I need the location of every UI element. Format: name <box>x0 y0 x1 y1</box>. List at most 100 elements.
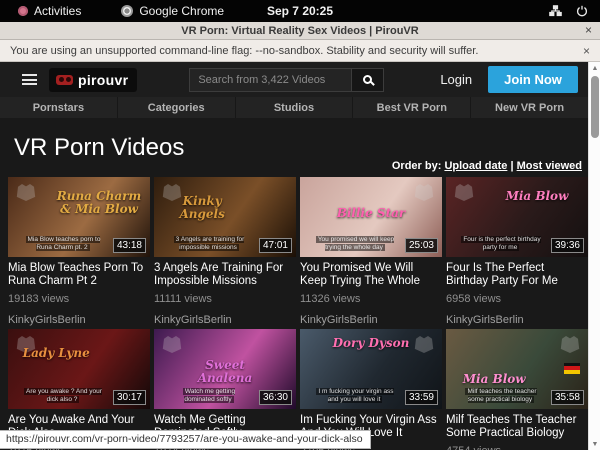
search-input[interactable] <box>189 68 352 92</box>
power-icon[interactable] <box>576 5 588 17</box>
menu-item-new-vr-porn[interactable]: New VR Porn <box>470 97 588 118</box>
thumbnail-overlay-name: Dory Dyson <box>328 337 413 350</box>
chrome-infobar: You are using an unsupported command-lin… <box>0 40 600 62</box>
video-title-link[interactable]: 3 Angels Are Training For Impossible Mis… <box>154 262 296 288</box>
window-title: VR Porn: Virtual Reality Sex Videos | Pi… <box>181 25 418 37</box>
activities-label: Activities <box>34 4 81 18</box>
video-thumbnail[interactable]: Billie Star You promised we will keep tr… <box>300 177 442 257</box>
join-now-button[interactable]: Join Now <box>488 66 578 93</box>
thumbnail-caption: Mia Blow teaches porn to Runa Charm pt. … <box>22 236 104 252</box>
thumbnail-overlay-name: Kinky Angels <box>161 195 243 221</box>
duration-badge: 30:17 <box>113 390 146 405</box>
thumbnail-overlay-name: Mia Blow <box>493 190 581 203</box>
scroll-up-icon[interactable]: ▲ <box>589 62 600 74</box>
infobar-message: You are using an unsupported command-lin… <box>10 45 478 57</box>
login-link[interactable]: Login <box>440 72 472 87</box>
main-menu: Pornstars Categories Studios Best VR Por… <box>0 97 588 118</box>
menu-item-studios[interactable]: Studios <box>235 97 353 118</box>
thumbnail-overlay-name: Billie Star <box>328 207 413 220</box>
window-close-icon[interactable]: × <box>585 23 592 37</box>
thumbnail-caption: Are you awake ? And your dick also ? <box>22 388 104 404</box>
studio-watermark-icon <box>414 184 434 201</box>
search-icon <box>363 75 372 84</box>
video-card: Kinky Angels 3 Angels are training for i… <box>154 177 296 326</box>
duration-badge: 25:03 <box>405 238 438 253</box>
duration-badge: 39:36 <box>551 238 584 253</box>
thumbnail-caption: Watch me getting dominated softly <box>168 388 250 404</box>
video-title-link[interactable]: You Promised We Will Keep Trying The Who… <box>300 262 442 288</box>
video-thumbnail[interactable]: Sweet Analena Watch me getting dominated… <box>154 329 296 409</box>
duration-badge: 47:01 <box>259 238 292 253</box>
video-views: 6958 views <box>446 293 588 305</box>
activities-button[interactable]: Activities <box>10 0 89 22</box>
focused-app-menu[interactable]: Google Chrome <box>113 0 232 22</box>
studio-watermark-icon <box>414 336 434 353</box>
studio-link[interactable]: KinkyGirlsBerlin <box>8 314 150 326</box>
duration-badge: 43:18 <box>113 238 146 253</box>
window-title-bar: VR Porn: Virtual Reality Sex Videos | Pi… <box>0 22 600 40</box>
link-status-tooltip: https://pirouvr.com/vr-porn-video/779325… <box>0 430 371 449</box>
order-separator: | <box>510 160 513 172</box>
page-viewport: pirouvr Login Join Now Pornstars Categor… <box>0 62 600 450</box>
page-heading: VR Porn Videos Order by: Upload date | M… <box>0 118 588 180</box>
infobar-close-icon[interactable]: × <box>583 44 590 58</box>
video-thumbnail[interactable]: Lady Lyne Are you awake ? And your dick … <box>8 329 150 409</box>
site-navbar: pirouvr Login Join Now <box>0 62 588 97</box>
video-views: 11111 views <box>154 293 296 305</box>
search-bar <box>189 68 384 92</box>
studio-watermark-icon <box>162 336 182 353</box>
system-top-bar: Activities Google Chrome Sep 7 20:25 <box>0 0 600 22</box>
logo-text: pirouvr <box>78 72 128 88</box>
video-thumbnail[interactable]: Kinky Angels 3 Angels are training for i… <box>154 177 296 257</box>
duration-badge: 33:59 <box>405 390 438 405</box>
thumbnail-caption: Four is the perfect birthday party for m… <box>460 236 542 252</box>
search-button[interactable] <box>352 68 384 92</box>
studio-link[interactable]: KinkyGirlsBerlin <box>446 314 588 326</box>
thumbnail-overlay-name: Sweet Analena <box>182 359 267 385</box>
order-link-most-viewed[interactable]: Most viewed <box>517 160 582 172</box>
studio-watermark-icon <box>454 184 474 201</box>
menu-item-best-vr-porn[interactable]: Best VR Porn <box>352 97 470 118</box>
studio-link[interactable]: KinkyGirlsBerlin <box>154 314 296 326</box>
video-title-link[interactable]: Four Is The Perfect Birthday Party For M… <box>446 262 588 288</box>
studio-watermark-icon <box>16 184 36 201</box>
menu-item-categories[interactable]: Categories <box>117 97 235 118</box>
video-thumbnail[interactable]: Mia Blow Milf teaches the teacher some p… <box>446 329 588 409</box>
german-flag-icon <box>564 363 580 374</box>
video-card: Mia Blow Milf teaches the teacher some p… <box>446 329 588 450</box>
video-views: 19183 views <box>8 293 150 305</box>
site-logo[interactable]: pirouvr <box>49 68 137 92</box>
video-title-link[interactable]: Milf Teaches The Teacher Some Practical … <box>446 414 588 440</box>
video-thumbnail[interactable]: Runa Charm & Mia Blow Mia Blow teaches p… <box>8 177 150 257</box>
thumbnail-overlay-name: Runa Charm & Mia Blow <box>55 190 143 216</box>
video-views: 11326 views <box>300 293 442 305</box>
video-card: Runa Charm & Mia Blow Mia Blow teaches p… <box>8 177 150 326</box>
studio-link[interactable]: KinkyGirlsBerlin <box>300 314 442 326</box>
video-views: 4754 views <box>446 445 588 450</box>
page-scrollbar[interactable]: ▲ ▼ <box>588 62 600 450</box>
duration-badge: 35:58 <box>551 390 584 405</box>
video-card: Mia Blow Four is the perfect birthday pa… <box>446 177 588 326</box>
order-by: Order by: Upload date | Most viewed <box>392 160 582 172</box>
video-grid-row-1: Runa Charm & Mia Blow Mia Blow teaches p… <box>8 177 588 326</box>
thumbnail-caption: Milf teaches the teacher some practical … <box>460 388 542 404</box>
thumbnail-caption: I m fucking your virgin ass and you will… <box>314 388 396 404</box>
thumbnail-overlay-name: Lady Lyne <box>15 347 97 360</box>
scrollbar-thumb[interactable] <box>591 76 599 138</box>
focused-app-label: Google Chrome <box>139 4 224 18</box>
network-icon[interactable] <box>549 5 562 17</box>
video-thumbnail[interactable]: Dory Dyson I m fucking your virgin ass a… <box>300 329 442 409</box>
order-link-upload-date[interactable]: Upload date <box>444 160 507 172</box>
video-thumbnail[interactable]: Mia Blow Four is the perfect birthday pa… <box>446 177 588 257</box>
order-by-label: Order by: <box>392 160 442 172</box>
menu-item-pornstars[interactable]: Pornstars <box>0 97 117 118</box>
page-title: VR Porn Videos <box>14 134 184 162</box>
chrome-app-icon <box>121 5 133 17</box>
scroll-down-icon[interactable]: ▼ <box>589 438 600 450</box>
studio-watermark-icon <box>560 336 580 353</box>
video-title-link[interactable]: Mia Blow Teaches Porn To Runa Charm Pt 2 <box>8 262 150 288</box>
video-card: Billie Star You promised we will keep tr… <box>300 177 442 326</box>
hamburger-menu-icon[interactable] <box>22 72 37 88</box>
duration-badge: 36:30 <box>259 390 292 405</box>
thumbnail-caption: 3 Angels are training for impossible mis… <box>168 236 250 252</box>
